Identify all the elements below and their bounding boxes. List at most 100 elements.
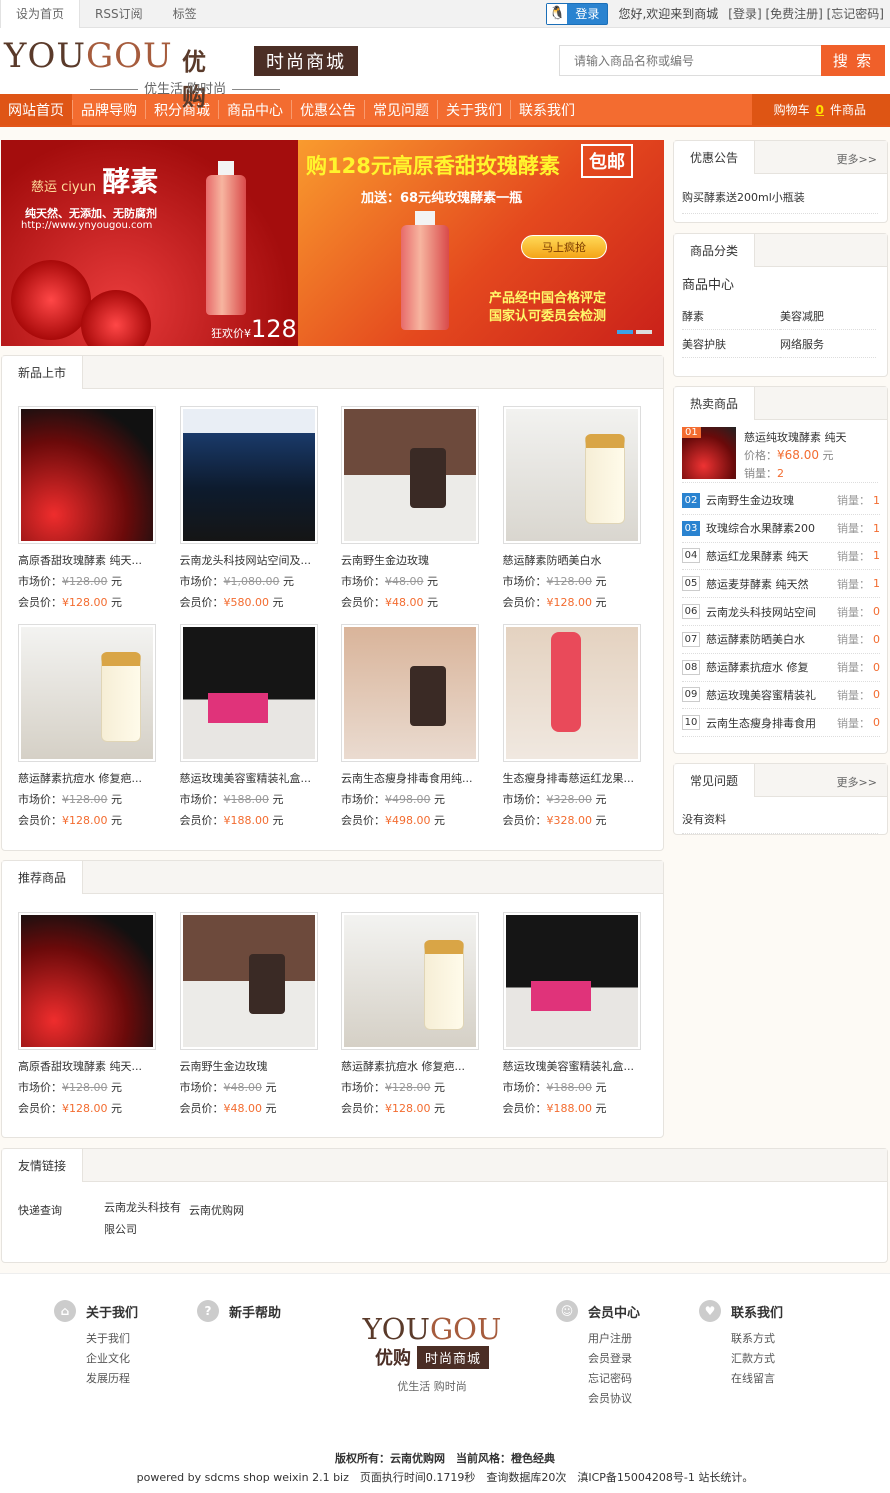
- banner-buy-button[interactable]: 马上疯抢: [521, 235, 607, 259]
- hot-item[interactable]: 08 慈运酵素抗痘水 修复 销量： 0: [682, 654, 880, 682]
- footer-link[interactable]: 联系方式: [731, 1330, 783, 1350]
- notice-item[interactable]: 购买酵素送200ml小瓶装: [682, 189, 878, 214]
- product-name[interactable]: 高原香甜玫瑰酵素 纯天...: [18, 1058, 150, 1074]
- site-logo[interactable]: YOUGOU 优购 时尚商城 优生活 购时尚: [4, 36, 358, 111]
- account-links[interactable]: [登录] [免费注册] [忘记密码]: [728, 5, 884, 22]
- nav-home[interactable]: 网站首页: [0, 94, 72, 125]
- product-image[interactable]: [341, 406, 479, 544]
- footer-link[interactable]: 汇款方式: [731, 1350, 783, 1370]
- footer-link[interactable]: 发展历程: [86, 1370, 138, 1390]
- hot-sales-value: 1: [873, 549, 880, 563]
- category-item[interactable]: 美容减肥: [780, 302, 876, 330]
- hot-name[interactable]: 玫瑰综合水果酵素200: [706, 520, 820, 536]
- category-item[interactable]: 酵素: [682, 302, 780, 330]
- qq-login-button[interactable]: 🐧 登录: [546, 2, 609, 25]
- product-image[interactable]: [18, 406, 156, 544]
- hot-name[interactable]: 慈运玫瑰美容蜜精装礼: [706, 687, 820, 703]
- nav-faq[interactable]: 常见问题: [365, 94, 437, 125]
- notice-more-link[interactable]: 更多>>: [837, 151, 877, 167]
- product-name[interactable]: 云南野生金边玫瑰: [341, 552, 473, 568]
- product-name[interactable]: 云南野生金边玫瑰: [180, 1058, 312, 1074]
- product-card[interactable]: 慈运酵素防晒美白水 市场价：¥128.00 元会员价：¥128.00 元: [502, 406, 665, 624]
- hot-name[interactable]: 云南龙头科技网站空间: [706, 604, 820, 620]
- product-image[interactable]: [18, 912, 156, 1050]
- product-image[interactable]: [341, 624, 479, 762]
- hot-item[interactable]: 06 云南龙头科技网站空间 销量： 0: [682, 598, 880, 626]
- product-image[interactable]: [179, 406, 318, 544]
- hot-item[interactable]: 02 云南野生金边玫瑰 销量： 1: [682, 487, 880, 515]
- hot-name[interactable]: 慈运酵素抗痘水 修复: [706, 659, 820, 675]
- hot-item[interactable]: 03 玫瑰综合水果酵素200 销量： 1: [682, 515, 880, 543]
- product-card[interactable]: 高原香甜玫瑰酵素 纯天... 市场价：¥128.00 元会员价：¥128.00 元: [18, 406, 180, 624]
- product-image[interactable]: [179, 624, 318, 762]
- footer-link[interactable]: 关于我们: [86, 1330, 138, 1350]
- product-name[interactable]: 高原香甜玫瑰酵素 纯天...: [18, 552, 150, 568]
- faq-more-link[interactable]: 更多>>: [837, 774, 877, 790]
- nav-brands[interactable]: 品牌导购: [73, 94, 145, 125]
- product-name[interactable]: 慈运酵素抗痘水 修复疤...: [341, 1058, 473, 1074]
- footer-link[interactable]: 用户注册: [588, 1330, 640, 1350]
- footer-link[interactable]: 会员登录: [588, 1350, 640, 1370]
- hot-name[interactable]: 慈运麦芽酵素 纯天然: [706, 576, 820, 592]
- product-name[interactable]: 慈运玫瑰美容蜜精装礼盒...: [503, 1058, 635, 1074]
- hot-item[interactable]: 07 慈运酵素防晒美白水 销量： 0: [682, 626, 880, 654]
- hot-name[interactable]: 慈运红龙果酵素 纯天: [706, 548, 820, 564]
- hot-name[interactable]: 云南生态瘦身排毒食用: [706, 715, 820, 731]
- product-image[interactable]: [502, 912, 641, 1050]
- hot-item[interactable]: 05 慈运麦芽酵素 纯天然 销量： 1: [682, 570, 880, 599]
- footer-link[interactable]: 企业文化: [86, 1350, 138, 1370]
- category-heading[interactable]: 商品中心: [682, 274, 734, 293]
- product-card[interactable]: 慈运玫瑰美容蜜精装礼盒... 市场价：¥188.00 元会员价：¥188.00 元: [502, 912, 665, 1130]
- product-name[interactable]: 慈运酵素抗痘水 修复疤...: [18, 770, 150, 786]
- product-image[interactable]: [179, 912, 318, 1050]
- product-card[interactable]: 慈运酵素抗痘水 修复疤... 市场价：¥128.00 元会员价：¥128.00 元: [341, 912, 503, 1130]
- hot-item[interactable]: 10 云南生态瘦身排毒食用 销量： 0: [682, 709, 880, 738]
- nav-promotions[interactable]: 优惠公告: [292, 94, 364, 125]
- product-image[interactable]: [502, 406, 641, 544]
- nav-contact[interactable]: 联系我们: [511, 94, 583, 125]
- nav-about[interactable]: 关于我们: [438, 94, 510, 125]
- tags-link[interactable]: 标签: [158, 0, 212, 28]
- footer-link[interactable]: 会员协议: [588, 1390, 640, 1410]
- footer-link[interactable]: 在线留言: [731, 1370, 783, 1390]
- search-input[interactable]: [559, 45, 821, 76]
- product-card[interactable]: 慈运玫瑰美容蜜精装礼盒... 市场价：¥188.00 元会员价：¥188.00 元: [179, 624, 342, 842]
- product-card[interactable]: 高原香甜玫瑰酵素 纯天... 市场价：¥128.00 元会员价：¥128.00 元: [18, 912, 180, 1130]
- recommend-grid: 高原香甜玫瑰酵素 纯天... 市场价：¥128.00 元会员价：¥128.00 元…: [18, 912, 664, 1130]
- nav-products[interactable]: 商品中心: [219, 94, 291, 125]
- hot-item[interactable]: 04 慈运红龙果酵素 纯天 销量： 1: [682, 543, 880, 571]
- dot[interactable]: [636, 330, 652, 334]
- cart-button[interactable]: 购物车 0 件商品: [751, 94, 890, 125]
- category-item[interactable]: 美容护肤: [682, 330, 780, 358]
- hot-name[interactable]: 慈运酵素防晒美白水: [706, 631, 820, 647]
- promo-banner[interactable]: 慈运 ciyun 酵素 纯天然、无添加、无防腐剂 http://www.ynyou…: [1, 140, 664, 346]
- link-longtou[interactable]: 云南龙头科技有限公司: [104, 1197, 184, 1241]
- rss-link[interactable]: RSS订阅: [80, 0, 158, 28]
- link-yougou[interactable]: 云南优购网: [189, 1202, 244, 1218]
- product-card[interactable]: 云南龙头科技网站空间及... 市场价：¥1,080.00 元会员价：¥580.00…: [179, 406, 342, 624]
- product-image[interactable]: [18, 624, 156, 762]
- banner-dots[interactable]: [617, 330, 652, 334]
- product-name[interactable]: 云南生态瘦身排毒食用纯...: [341, 770, 473, 786]
- product-image[interactable]: [502, 624, 641, 762]
- product-image[interactable]: [341, 912, 479, 1050]
- product-card[interactable]: 生态瘦身排毒慈运红龙果... 市场价：¥328.00 元会员价：¥328.00 元: [502, 624, 665, 842]
- hot-name[interactable]: 云南野生金边玫瑰: [706, 492, 820, 508]
- hot-item[interactable]: 09 慈运玫瑰美容蜜精装礼 销量： 0: [682, 682, 880, 710]
- category-item[interactable]: 网络服务: [780, 330, 876, 358]
- dot[interactable]: [617, 330, 633, 334]
- new-products-title: 新品上市: [2, 356, 84, 389]
- link-express[interactable]: 快递查询: [18, 1202, 62, 1218]
- product-card[interactable]: 云南野生金边玫瑰 市场价：¥48.00 元会员价：¥48.00 元: [179, 912, 342, 1130]
- product-card[interactable]: 云南生态瘦身排毒食用纯... 市场价：¥498.00 元会员价：¥498.00 元: [341, 624, 503, 842]
- product-name[interactable]: 慈运玫瑰美容蜜精装礼盒...: [180, 770, 312, 786]
- product-name[interactable]: 云南龙头科技网站空间及...: [180, 552, 312, 568]
- product-name[interactable]: 慈运酵素防晒美白水: [503, 552, 635, 568]
- product-name[interactable]: 生态瘦身排毒慈运红龙果...: [503, 770, 635, 786]
- footer-link[interactable]: 忘记密码: [588, 1370, 640, 1390]
- product-card[interactable]: 云南野生金边玫瑰 市场价：¥48.00 元会员价：¥48.00 元: [341, 406, 503, 624]
- set-homepage-link[interactable]: 设为首页: [0, 0, 81, 28]
- search-button[interactable]: 搜 索: [821, 45, 885, 76]
- product-card[interactable]: 慈运酵素抗痘水 修复疤... 市场价：¥128.00 元会员价：¥128.00 元: [18, 624, 180, 842]
- hot-first-item[interactable]: 01 慈运纯玫瑰酵素 纯天 价格：¥68.00 元 销量：2: [682, 427, 878, 483]
